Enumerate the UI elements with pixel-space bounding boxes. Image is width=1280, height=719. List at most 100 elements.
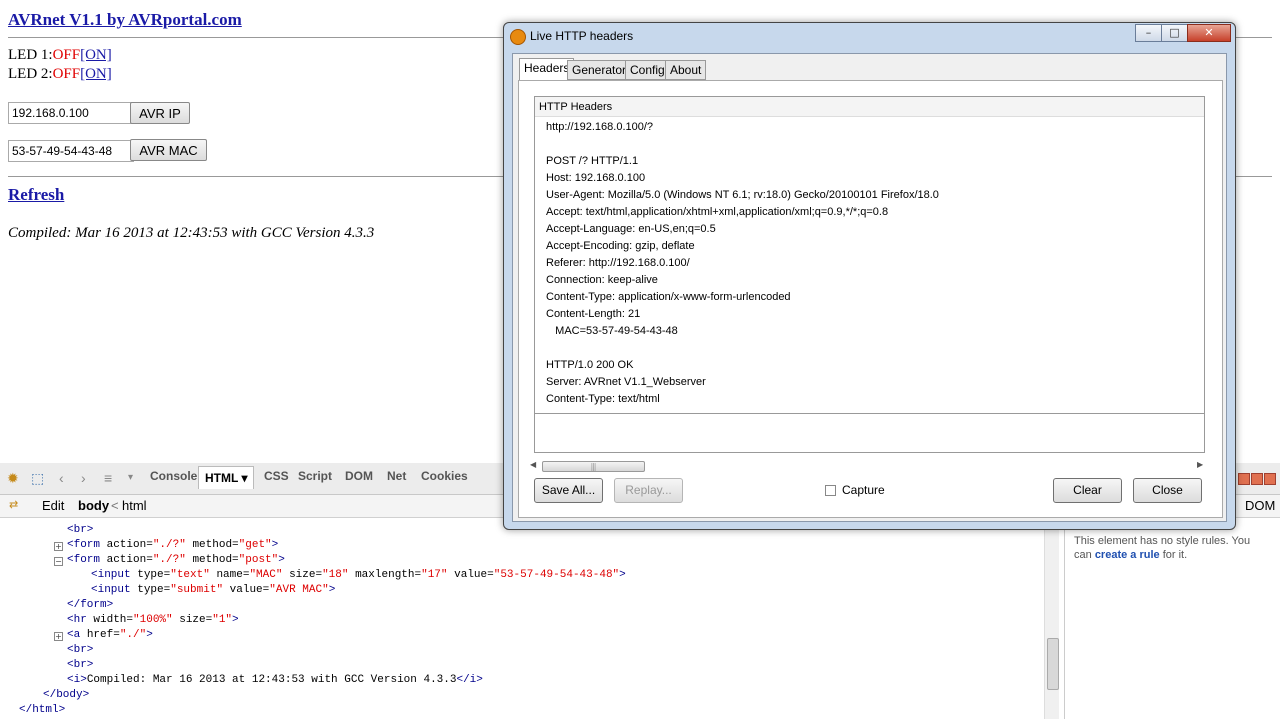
- mac-input[interactable]: 53-57-49-54-43-48: [8, 140, 134, 162]
- code-line[interactable]: <br>: [67, 659, 93, 671]
- tab-generator[interactable]: Generator: [567, 60, 632, 80]
- code-line[interactable]: <i>Compiled: Mar 16 2013 at 12:43:53 wit…: [67, 674, 483, 686]
- code-line[interactable]: <form action="./?" method="post">: [67, 554, 285, 566]
- header-line: User-Agent: Mozilla/5.0 (Windows NT 6.1;…: [546, 189, 939, 201]
- detach-icon[interactable]: [1251, 473, 1263, 485]
- app-logo-icon: [510, 29, 526, 45]
- code-line[interactable]: <input type="text" name="MAC" size="18" …: [91, 569, 626, 581]
- no-style-message-line1: This element has no style rules. You: [1074, 535, 1251, 547]
- page-title: AVRnet V1.1 by AVRportal.com: [8, 10, 242, 30]
- led1-state: OFF: [52, 47, 81, 63]
- create-rule-link[interactable]: create a rule: [1095, 549, 1160, 561]
- compiled-text: Compiled: Mar 16 2013 at 12:43:53 with G…: [8, 225, 375, 241]
- firebug-icon[interactable]: ✹: [7, 470, 19, 487]
- tab-console[interactable]: Console: [150, 469, 197, 483]
- code-line[interactable]: <form action="./?" method="get">: [67, 539, 278, 551]
- forward-icon[interactable]: ›: [81, 470, 86, 486]
- tab-net[interactable]: Net: [387, 469, 406, 483]
- tab-config[interactable]: Config: [625, 60, 670, 80]
- window-title: Live HTTP headers: [530, 29, 634, 43]
- led2-row: LED 2:OFF[ON]: [8, 66, 112, 83]
- side-tab-dom[interactable]: DOM: [1245, 498, 1275, 513]
- live-http-headers-window: Live HTTP headers – □ ✕ Headers Generato…: [503, 22, 1236, 530]
- header-line: Accept: text/html,application/xhtml+xml,…: [546, 206, 889, 218]
- avr-ip-button[interactable]: AVR IP: [130, 102, 190, 124]
- breadcrumb-html[interactable]: html: [122, 498, 147, 513]
- tab-dom[interactable]: DOM: [345, 469, 373, 483]
- tab-about[interactable]: About: [665, 60, 707, 80]
- minimize-icon[interactable]: [1238, 473, 1250, 485]
- headers-caption: HTTP Headers: [535, 97, 1204, 117]
- capture-checkbox[interactable]: [825, 485, 836, 496]
- header-line: POST /? HTTP/1.1: [546, 155, 639, 167]
- dropdown-icon[interactable]: ▾: [128, 472, 133, 483]
- divider: [535, 413, 1204, 414]
- ip-input[interactable]: 192.168.0.100: [8, 102, 134, 124]
- title-link[interactable]: AVRnet V1.1 by AVRportal.com: [8, 10, 242, 29]
- led2-state: OFF: [52, 66, 81, 82]
- capture-label: Capture: [842, 483, 885, 497]
- refresh-row: Refresh: [8, 185, 64, 205]
- scroll-left-icon[interactable]: ◀: [530, 460, 536, 469]
- headers-list[interactable]: HTTP Headers http://192.168.0.100/? POST …: [534, 96, 1205, 453]
- maximize-icon[interactable]: □: [1161, 24, 1188, 42]
- led1-label: LED 1:: [8, 47, 53, 63]
- breadcrumb-separator: <: [111, 498, 119, 513]
- avr-mac-button[interactable]: AVR MAC: [130, 139, 207, 161]
- header-line: http://192.168.0.100/?: [546, 121, 654, 133]
- minimize-icon[interactable]: –: [1135, 24, 1162, 42]
- code-line[interactable]: <br>: [67, 524, 93, 536]
- list-icon[interactable]: ≡: [104, 470, 112, 486]
- replay-button[interactable]: Replay...: [614, 478, 683, 503]
- code-line[interactable]: </body>: [43, 689, 89, 701]
- close-button[interactable]: Close: [1133, 478, 1202, 503]
- header-line: Content-Type: application/x-www-form-url…: [546, 291, 791, 303]
- code-scrollbar[interactable]: [1044, 518, 1059, 719]
- scroll-right-icon[interactable]: ▶: [1197, 460, 1203, 469]
- nav-icon[interactable]: ⇄: [9, 498, 18, 511]
- code-line[interactable]: <hr width="100%" size="1">: [67, 614, 239, 626]
- led1-on-link[interactable]: [ON]: [80, 47, 112, 63]
- edit-button[interactable]: Edit: [42, 498, 64, 513]
- dialog-body: Headers Generator Config About HTTP Head…: [512, 53, 1227, 522]
- header-line: Content-Type: text/html: [546, 393, 660, 405]
- close-icon[interactable]: [1264, 473, 1276, 485]
- led1-row: LED 1:OFF[ON]: [8, 47, 112, 64]
- header-line: Connection: keep-alive: [546, 274, 658, 286]
- style-side-panel: This element has no style rules. You can…: [1064, 518, 1280, 719]
- header-line: Accept-Encoding: gzip, deflate: [546, 240, 695, 252]
- scrollbar-thumb[interactable]: [1047, 638, 1059, 690]
- save-all-button[interactable]: Save All...: [534, 478, 603, 503]
- collapse-icon[interactable]: −: [54, 557, 63, 566]
- tab-css[interactable]: CSS: [264, 469, 289, 483]
- code-line[interactable]: </form>: [67, 599, 113, 611]
- led2-label: LED 2:: [8, 66, 53, 82]
- code-line[interactable]: <a href="./">: [67, 629, 153, 641]
- clear-button[interactable]: Clear: [1053, 478, 1122, 503]
- close-icon[interactable]: ✕: [1187, 24, 1231, 42]
- scrollbar-thumb[interactable]: |||: [542, 461, 645, 472]
- header-line: MAC=53-57-49-54-43-48: [546, 325, 678, 337]
- header-line: Server: AVRnet V1.1_Webserver: [546, 376, 706, 388]
- back-icon[interactable]: ‹: [59, 470, 64, 486]
- headers-panel: HTTP Headers http://192.168.0.100/? POST …: [518, 80, 1223, 518]
- tab-script[interactable]: Script: [298, 469, 332, 483]
- html-tree: <br> + <form action="./?" method="get"> …: [0, 518, 1044, 719]
- code-line[interactable]: <input type="submit" value="AVR MAC">: [91, 584, 335, 596]
- code-line[interactable]: <br>: [67, 644, 93, 656]
- header-line: HTTP/1.0 200 OK: [546, 359, 634, 371]
- inspect-icon[interactable]: ⬚: [31, 470, 44, 487]
- header-line: Content-Length: 21: [546, 308, 641, 320]
- tab-html[interactable]: HTML ▾: [198, 466, 255, 489]
- expand-icon[interactable]: +: [54, 632, 63, 641]
- refresh-link[interactable]: Refresh: [8, 185, 64, 204]
- tab-cookies[interactable]: Cookies: [421, 469, 468, 483]
- expand-icon[interactable]: +: [54, 542, 63, 551]
- no-style-message-line2: can create a rule for it.: [1074, 549, 1188, 561]
- breadcrumb-body[interactable]: body: [78, 498, 109, 513]
- code-line[interactable]: </html>: [19, 704, 65, 716]
- led2-on-link[interactable]: [ON]: [80, 66, 112, 82]
- header-line: Host: 192.168.0.100: [546, 172, 646, 184]
- header-line: Accept-Language: en-US,en;q=0.5: [546, 223, 716, 235]
- horizontal-scrollbar[interactable]: ◀ ||| ▶: [530, 460, 1207, 474]
